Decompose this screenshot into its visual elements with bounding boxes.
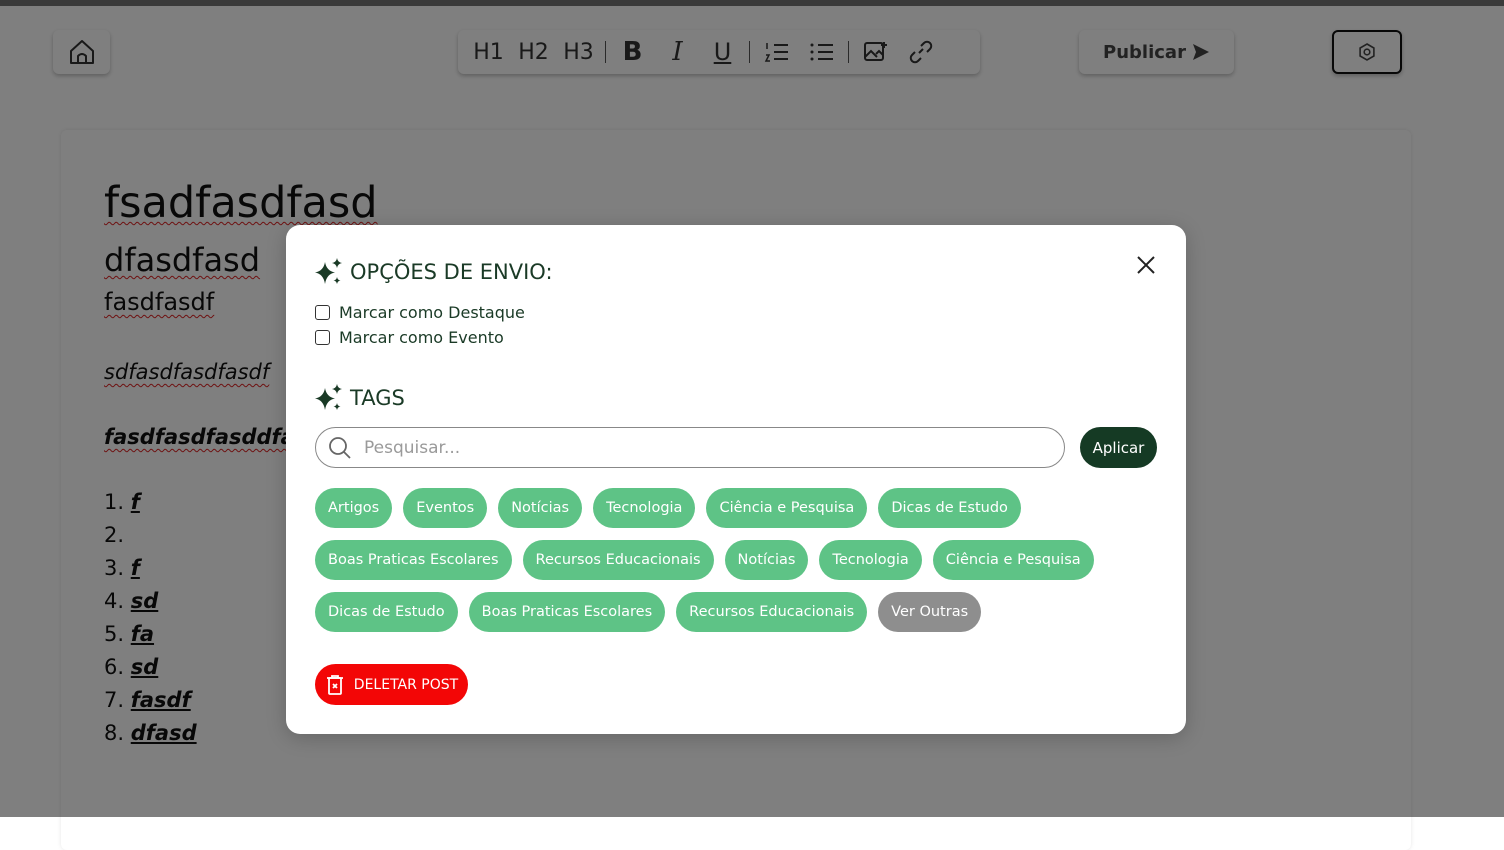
tag-chip[interactable]: Recursos Educacionais <box>522 540 714 580</box>
close-icon[interactable] <box>1134 253 1158 277</box>
event-checkbox[interactable] <box>315 330 330 345</box>
tag-chip[interactable]: Ciência e Pesquisa <box>706 488 868 528</box>
apply-button[interactable]: Aplicar <box>1080 427 1157 468</box>
window-top-border <box>0 0 1504 6</box>
event-option-label: Marcar como Evento <box>339 328 504 347</box>
trash-icon <box>326 674 343 695</box>
tag-chip[interactable]: Ciência e Pesquisa <box>932 540 1094 580</box>
search-icon <box>329 436 351 459</box>
tag-list: Artigos Eventos Notícias Tecnologia Ciên… <box>315 488 1115 632</box>
sparkle-icon <box>315 384 342 410</box>
tag-chip[interactable]: Notícias <box>724 540 809 580</box>
tag-chip[interactable]: Dicas de Estudo <box>878 488 1021 528</box>
see-more-tags-button[interactable]: Ver Outras <box>878 592 982 632</box>
send-options-modal: OPÇÕES DE ENVIO: Marcar como Destaque Ma… <box>286 225 1186 734</box>
tag-search-input[interactable] <box>362 436 1026 459</box>
tag-chip[interactable]: Tecnologia <box>593 488 696 528</box>
apply-label: Aplicar <box>1092 438 1145 457</box>
highlight-option-label: Marcar como Destaque <box>339 303 525 322</box>
tags-heading: TAGS <box>314 383 405 413</box>
tag-chip[interactable]: Eventos <box>403 488 488 528</box>
tags-title: TAGS <box>350 386 405 410</box>
tag-chip[interactable]: Recursos Educacionais <box>676 592 868 632</box>
highlight-checkbox[interactable] <box>315 305 330 320</box>
delete-post-button[interactable]: DELETAR POST <box>315 664 468 705</box>
send-options-title: OPÇÕES DE ENVIO: <box>350 260 553 284</box>
tag-chip[interactable]: Notícias <box>498 488 583 528</box>
highlight-option[interactable]: Marcar como Destaque <box>315 303 525 322</box>
tag-chip[interactable]: Boas Praticas Escolares <box>315 540 512 580</box>
delete-post-label: DELETAR POST <box>353 676 459 693</box>
tag-chip[interactable]: Dicas de Estudo <box>315 592 458 632</box>
tag-chip[interactable]: Tecnologia <box>819 540 922 580</box>
event-option[interactable]: Marcar como Evento <box>315 328 504 347</box>
tag-search <box>315 427 1065 468</box>
send-options-heading: OPÇÕES DE ENVIO: <box>314 257 553 287</box>
tag-chip[interactable]: Artigos <box>315 488 393 528</box>
tag-chip[interactable]: Boas Praticas Escolares <box>468 592 666 632</box>
sparkle-icon <box>315 258 342 284</box>
